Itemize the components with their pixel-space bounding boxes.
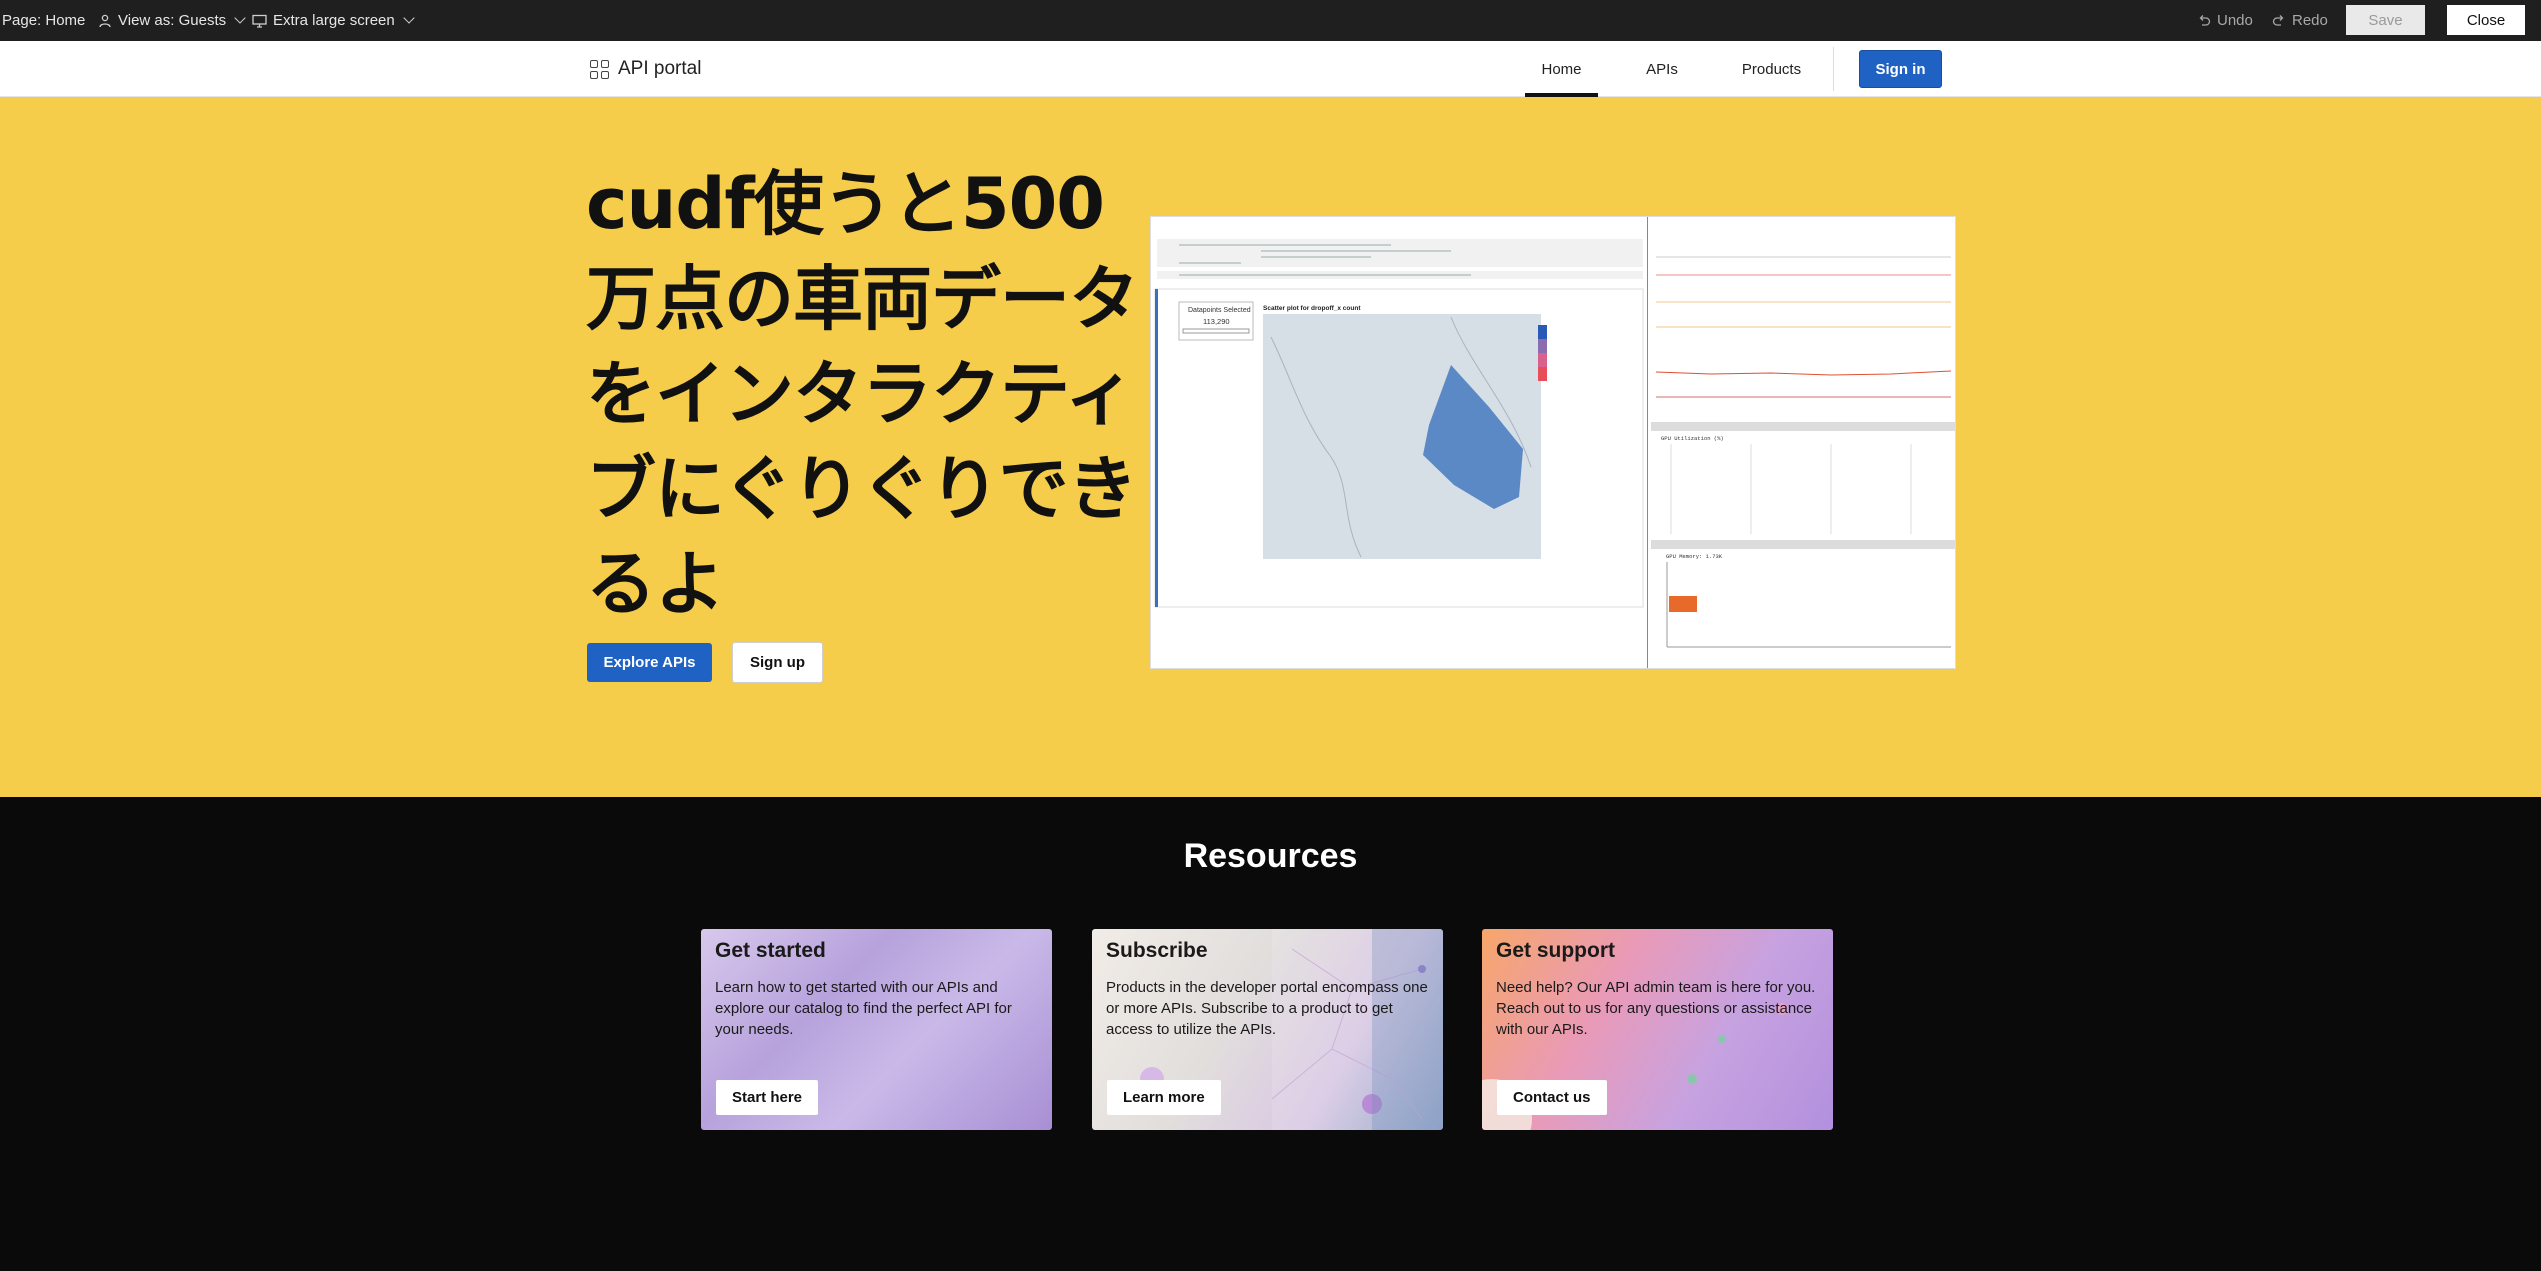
card-get-started: Get started Learn how to get started wit… (701, 929, 1052, 1130)
card-description: Products in the developer portal encompa… (1106, 979, 1428, 1038)
undo-label: Undo (2217, 12, 2253, 29)
dashboard-screenshot: Datapoints Selected 113,290 Scatter plot… (1151, 217, 1955, 668)
resources-title: Resources (1183, 837, 1358, 875)
contact-us-button[interactable]: Contact us (1497, 1080, 1607, 1115)
chevron-down-icon (403, 12, 415, 24)
scatter-title: Scatter plot for dropoff_x count (1263, 305, 1361, 312)
card-title: Subscribe (1106, 939, 1208, 962)
hero-section: cudf使うと500万点の車両データをインタラクティブにぐりぐりできるよ Exp… (0, 97, 2541, 797)
hero-image: Datapoints Selected 113,290 Scatter plot… (1150, 216, 1956, 669)
portal-header: API portal Home APIs Products Sign in (0, 41, 2541, 97)
redo-label: Redo (2292, 12, 2328, 29)
card-subscribe: Subscribe Products in the developer port… (1092, 929, 1443, 1130)
page-selector[interactable]: Page: Home (2, 0, 85, 41)
card-title: Get support (1496, 939, 1615, 962)
start-here-button[interactable]: Start here (716, 1080, 819, 1115)
page-label: Page: Home (2, 12, 86, 29)
save-button[interactable]: Save (2346, 5, 2425, 35)
close-button[interactable]: Close (2447, 5, 2525, 35)
learn-more-button[interactable]: Learn more (1107, 1080, 1221, 1115)
screen-size-label: Extra large screen (273, 12, 395, 29)
nav-products[interactable]: Products (1734, 41, 1809, 97)
undo-button[interactable]: Undo (2197, 0, 2253, 41)
screen-size-dropdown[interactable]: Extra large screen (252, 0, 415, 41)
brand-name: API portal (618, 58, 702, 79)
nav-apis[interactable]: APIs (1638, 41, 1686, 97)
card-description: Need help? Our API admin team is here fo… (1496, 979, 1816, 1038)
card-title: Get started (715, 939, 826, 962)
view-as-label: View as: Guests (118, 12, 227, 29)
apps-grid-icon (590, 59, 609, 79)
nav-divider (1833, 47, 1834, 91)
editor-toolbar: Page: Home View as: Guests Extra large s… (0, 0, 2541, 41)
card-description: Learn how to get started with our APIs a… (715, 979, 1012, 1038)
monitor-icon (252, 14, 267, 28)
nav-home[interactable]: Home (1525, 41, 1598, 97)
view-as-dropdown[interactable]: View as: Guests (98, 0, 246, 41)
explore-apis-button[interactable]: Explore APIs (587, 643, 712, 682)
hero-title: cudf使うと500万点の車両データをインタラクティブにぐりぐりできるよ (586, 163, 1139, 625)
sign-in-button[interactable]: Sign in (1859, 50, 1942, 88)
sign-up-button[interactable]: Sign up (732, 642, 823, 683)
undo-icon (2199, 14, 2211, 26)
gpu-util-label: GPU Utilization (%) (1661, 435, 1724, 442)
redo-icon (2272, 14, 2284, 26)
card-get-support: Get support Need help? Our API admin tea… (1482, 929, 1833, 1130)
datapoints-value: 113,290 (1203, 317, 1230, 326)
brand-logo[interactable]: API portal (590, 41, 701, 97)
gpu-mem-label: GPU Memory: 1.73K (1666, 553, 1723, 560)
user-icon (99, 14, 111, 27)
datapoints-label: Datapoints Selected (1188, 307, 1251, 314)
chevron-down-icon (234, 12, 246, 24)
redo-button[interactable]: Redo (2272, 0, 2328, 41)
